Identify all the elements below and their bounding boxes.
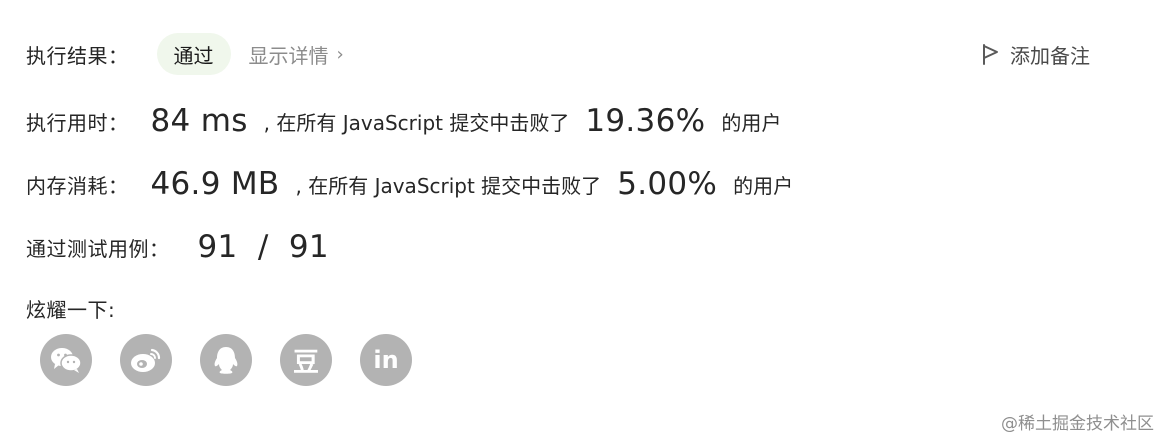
show-details-link[interactable]: 显示详情 › [249,40,344,69]
result-label: 执行结果： [26,43,129,68]
testcases-row: 通过测试用例： 91 / 91 [26,222,329,272]
douban-icon: 豆 [292,347,319,378]
watermark: @稀土掘金技术社区 [1001,414,1154,434]
memory-label: 内存消耗： [26,173,129,198]
share-douban-button[interactable]: 豆 [280,334,332,386]
runtime-beat-text: , 在所有 JavaScript 提交中击败了 [263,110,570,135]
share-row: 炫耀一下: [26,293,115,323]
chevron-right-icon: › [336,43,344,65]
status-badge: 通过 [156,33,231,75]
add-note-button[interactable]: 添加备注 [980,36,1090,72]
memory-percent: 5.00% [617,166,718,202]
result-row: 执行结果： 通过 显示详情 › [26,32,344,76]
show-details-label: 显示详情 [248,43,329,68]
memory-value: 46.9 MB [150,166,280,202]
runtime-suffix: 的用户 [721,110,782,135]
weibo-icon [131,348,161,372]
memory-suffix: 的用户 [733,173,794,198]
qq-icon [214,347,238,374]
runtime-row: 执行用时： 84 ms , 在所有 JavaScript 提交中击败了 19.3… [26,96,781,146]
share-wechat-button[interactable] [40,334,92,386]
memory-beat-text: , 在所有 JavaScript 提交中击败了 [295,173,602,198]
share-icons: 豆 in [40,334,412,386]
share-label: 炫耀一下: [26,297,116,322]
testcases-label: 通过测试用例： [26,236,170,261]
wechat-icon [51,348,82,373]
add-note-label: 添加备注 [1010,43,1090,68]
share-linkedin-button[interactable]: in [360,334,412,386]
flag-icon [983,44,998,65]
testcases-value: 91 / 91 [197,229,329,265]
memory-row: 内存消耗： 46.9 MB , 在所有 JavaScript 提交中击败了 5.… [26,159,793,209]
share-weibo-button[interactable] [120,334,172,386]
runtime-value: 84 ms [150,103,248,139]
share-qq-button[interactable] [200,334,252,386]
linkedin-icon: in [373,346,399,374]
runtime-label: 执行用时： [26,110,129,135]
runtime-percent: 19.36% [585,103,706,139]
